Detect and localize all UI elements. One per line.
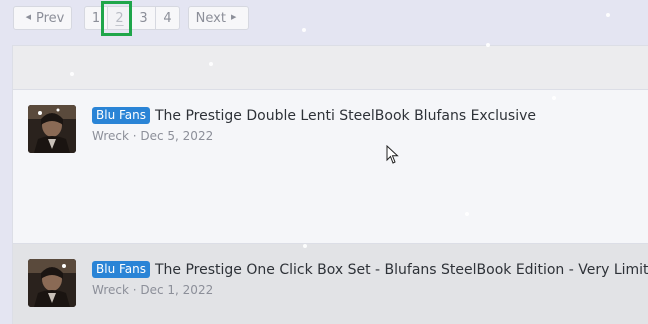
snowflake <box>70 72 74 76</box>
current-page-highlight <box>101 1 132 36</box>
thread-title[interactable]: The Prestige One Click Box Set - Blufans… <box>155 262 648 278</box>
mouse-cursor-icon <box>386 145 399 164</box>
avatar[interactable] <box>28 105 76 153</box>
chevron-left-icon: ◀ <box>25 13 31 21</box>
thread-row[interactable]: Blu Fans The Prestige Double Lenti Steel… <box>13 90 648 244</box>
snowflake <box>486 43 490 47</box>
thread-title-line: Blu Fans The Prestige One Click Box Set … <box>92 261 648 278</box>
prev-label: Prev <box>36 10 65 26</box>
thread-title-line: Blu Fans The Prestige Double Lenti Steel… <box>92 107 536 124</box>
thread-row[interactable]: Blu Fans The Prestige One Click Box Set … <box>13 244 648 324</box>
thread-meta: Wreck · Dec 1, 2022 <box>92 283 214 297</box>
prev-button[interactable]: ◀ Prev <box>13 6 72 30</box>
snowflake <box>209 62 213 66</box>
prefix-badge[interactable]: Blu Fans <box>92 261 150 278</box>
thread-meta: Wreck · Dec 5, 2022 <box>92 129 214 143</box>
prefix-badge[interactable]: Blu Fans <box>92 107 150 124</box>
thread-list: Blu Fans The Prestige Double Lenti Steel… <box>12 45 648 324</box>
thread-list-header <box>13 46 648 90</box>
chevron-right-icon: ▶ <box>230 13 237 21</box>
snowflake <box>465 212 469 216</box>
page-3-button[interactable]: 3 <box>132 6 156 30</box>
next-button[interactable]: Next ▶ <box>188 6 249 30</box>
page-4-button[interactable]: 4 <box>156 6 180 30</box>
thread-title[interactable]: The Prestige Double Lenti SteelBook Bluf… <box>155 108 536 124</box>
snowflake <box>552 96 556 100</box>
snowflake <box>303 244 307 248</box>
snowflake <box>606 13 610 17</box>
next-label: Next <box>195 10 226 26</box>
avatar[interactable] <box>28 259 76 307</box>
snowflake <box>302 28 306 32</box>
